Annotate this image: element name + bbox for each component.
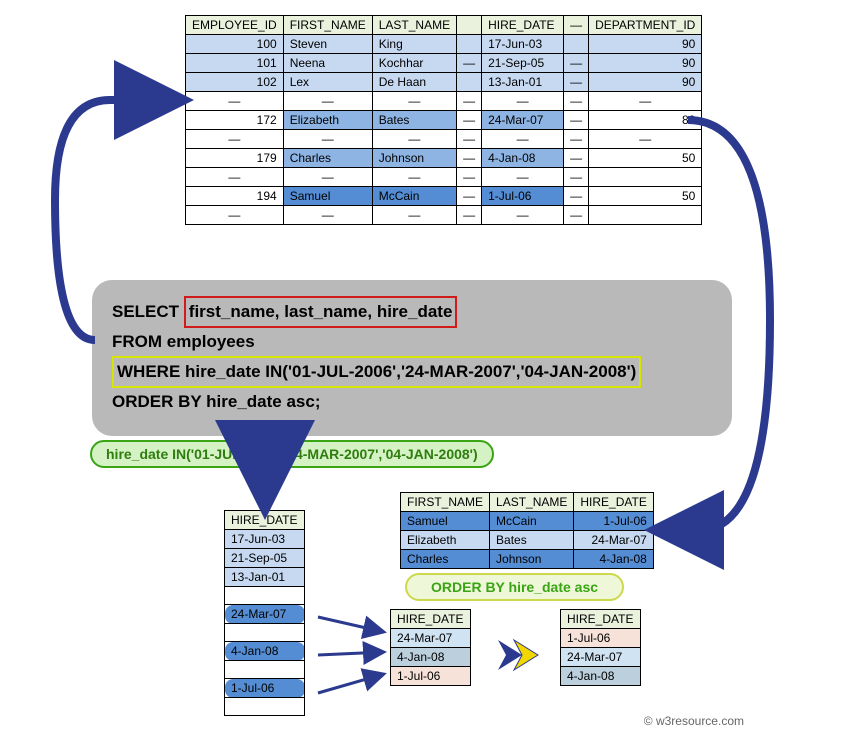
table-row: 194 Samuel McCain — 1-Jul-06 — 50 <box>186 187 702 206</box>
orderby-label-oval: ORDER BY hire_date asc <box>405 573 624 601</box>
sql-orderby-line: ORDER BY hire_date asc; <box>112 388 712 416</box>
table-row: Samuel McCain 1-Jul-06 <box>401 512 654 531</box>
arrow-pill-3 <box>318 674 384 693</box>
hire-date-unsorted: HIRE_DATE 24-Mar-07 4-Jan-08 1-Jul-06 <box>390 609 471 686</box>
table-row-dash: — — — — — — <box>186 206 702 225</box>
table-header: FIRST_NAME LAST_NAME HIRE_DATE <box>401 493 654 512</box>
sql-from-line: FROM employees <box>112 328 712 356</box>
table-row: 179 Charles Johnson — 4-Jan-08 — 50 <box>186 149 702 168</box>
employees-table-full: EMPLOYEE_ID FIRST_NAME LAST_NAME HIRE_DA… <box>185 15 702 225</box>
table-row: 100 Steven King 17-Jun-03 90 <box>186 35 702 54</box>
table-row: Elizabeth Bates 24-Mar-07 <box>401 531 654 550</box>
table-row: 172 Elizabeth Bates — 24-Mar-07 — 80 <box>186 111 702 130</box>
sql-select-line: SELECT first_name, last_name, hire_date <box>112 296 712 328</box>
result-table: FIRST_NAME LAST_NAME HIRE_DATE Samuel Mc… <box>400 492 654 569</box>
table-row-dash: — — — — — — — <box>186 130 702 149</box>
table-row: Charles Johnson 4-Jan-08 <box>401 550 654 569</box>
sql-select-keyword: SELECT <box>112 302 184 321</box>
sql-where-line: WHERE hire_date IN('01-JUL-2006','24-MAR… <box>112 356 712 388</box>
filter-label-oval: hire_date IN('01-JUL-2006','24-MAR-2007'… <box>90 440 494 468</box>
table-row: 102 Lex De Haan 13-Jan-01 — 90 <box>186 73 702 92</box>
arrow-pill-1 <box>318 617 384 632</box>
sql-where-clause: WHERE hire_date IN('01-JUL-2006','24-MAR… <box>112 356 641 388</box>
sql-select-columns: first_name, last_name, hire_date <box>184 296 458 328</box>
table-header: EMPLOYEE_ID FIRST_NAME LAST_NAME HIRE_DA… <box>186 16 702 35</box>
copyright-text: © w3resource.com <box>644 714 744 728</box>
arrow-pill-2 <box>318 652 384 655</box>
table-row-dash: — — — — — — <box>186 168 702 187</box>
chevron-right-icon <box>498 640 538 670</box>
hire-date-source-column: HIRE_DATE 17-Jun-03 21-Sep-05 13-Jan-01 … <box>224 510 305 716</box>
table-row-dash: — — — — — — — <box>186 92 702 111</box>
hire-date-sorted: HIRE_DATE 1-Jul-06 24-Mar-07 4-Jan-08 <box>560 609 641 686</box>
sql-query-panel: SELECT first_name, last_name, hire_date … <box>92 280 732 436</box>
table-row: 101 Neena Kochhar — 21-Sep-05 — 90 <box>186 54 702 73</box>
